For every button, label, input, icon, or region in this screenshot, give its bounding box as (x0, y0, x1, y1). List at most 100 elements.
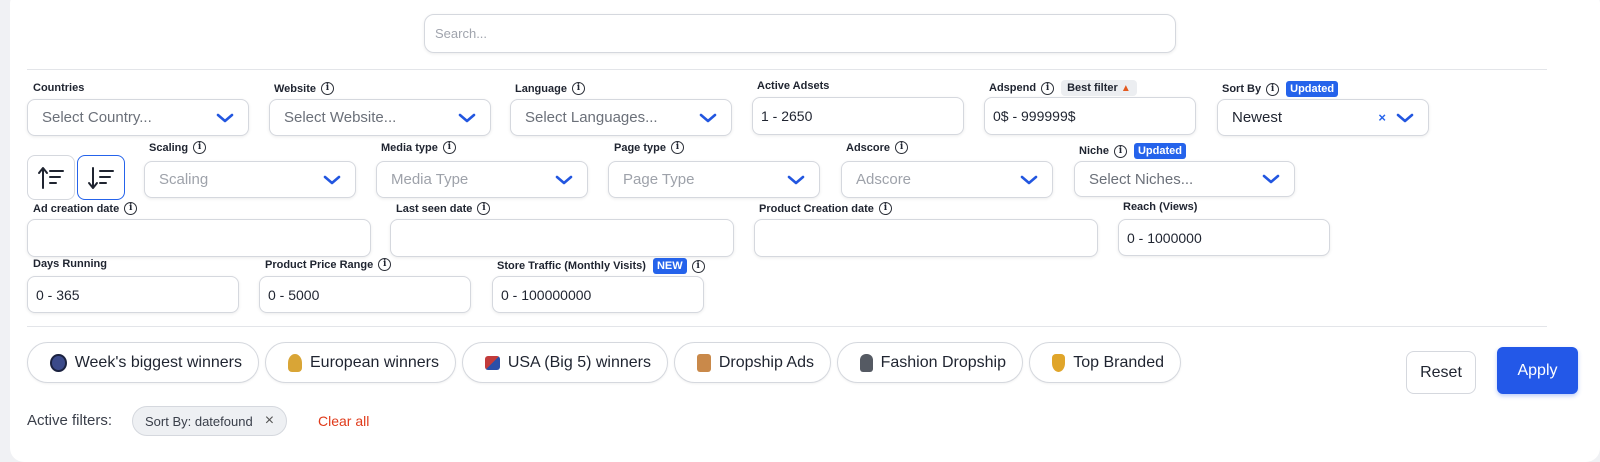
chevron-down-icon (555, 174, 573, 186)
last-seen-date-input[interactable] (390, 219, 734, 257)
scaling-label: Scaling i (149, 141, 207, 154)
ad-creation-date-input[interactable] (27, 219, 371, 257)
chevron-down-icon (1396, 112, 1414, 124)
website-placeholder: Select Website... (284, 109, 397, 126)
chevron-down-icon (787, 174, 805, 186)
product-creation-date-label: Product Creation date i (759, 202, 892, 215)
page-type-label: Page type i (614, 141, 684, 154)
chevron-down-icon (1262, 173, 1280, 185)
preset-dropship-ads[interactable]: Dropship Ads (674, 342, 831, 383)
countries-select[interactable]: Select Country... (27, 99, 249, 136)
scaling-select[interactable]: Scaling (144, 161, 356, 198)
adscore-select[interactable]: Adscore (841, 161, 1053, 198)
language-select[interactable]: Select Languages... (510, 99, 732, 136)
active-adsets-input[interactable]: 1 - 2650 (752, 97, 964, 135)
best-filter-badge: Best filter ▲ (1061, 80, 1137, 96)
niche-select[interactable]: Select Niches... (1074, 161, 1295, 197)
updated-badge: Updated (1286, 81, 1339, 97)
reset-button[interactable]: Reset (1406, 351, 1476, 394)
info-icon[interactable]: i (878, 202, 892, 215)
reach-input[interactable]: 0 - 1000000 (1118, 219, 1330, 256)
info-icon[interactable]: i (378, 258, 392, 271)
last-seen-date-label: Last seen date i (396, 202, 491, 215)
clear-all-link[interactable]: Clear all (318, 413, 369, 429)
adspend-value: 0$ - 999999$ (993, 108, 1076, 124)
sort-descending-button[interactable] (77, 155, 125, 200)
info-icon[interactable]: i (320, 82, 334, 95)
chevron-down-icon (699, 112, 717, 124)
coat-icon (860, 353, 873, 372)
new-badge: NEW (652, 258, 687, 274)
product-price-range-label: Product Price Range i (265, 258, 392, 271)
language-placeholder: Select Languages... (525, 109, 658, 126)
active-filter-label: Sort By: datefound (145, 413, 253, 429)
sort-by-label: Sort By i Updated (1222, 81, 1339, 97)
page-type-select[interactable]: Page Type (608, 161, 820, 198)
product-creation-date-input[interactable] (754, 219, 1098, 257)
search-box[interactable] (424, 14, 1176, 53)
trophy-icon (1052, 353, 1066, 372)
info-icon[interactable]: i (691, 259, 705, 273)
niche-placeholder: Select Niches... (1089, 170, 1194, 188)
adspend-input[interactable]: 0$ - 999999$ (984, 97, 1196, 135)
store-traffic-label: Store Traffic (Monthly Visits) NEW i (497, 258, 705, 274)
bottom-divider (27, 326, 1547, 327)
info-icon[interactable]: i (442, 141, 456, 154)
reach-value: 0 - 1000000 (1127, 229, 1202, 246)
info-icon[interactable]: i (1041, 81, 1055, 95)
fire-icon: ▲ (1120, 83, 1131, 94)
sort-by-value: Newest (1232, 109, 1283, 126)
days-running-label: Days Running (33, 258, 107, 270)
info-icon[interactable]: i (1113, 144, 1127, 158)
scaling-placeholder: Scaling (159, 171, 209, 188)
chevron-down-icon (216, 112, 234, 124)
active-filter-pill: Sort By: datefound × (132, 406, 288, 436)
info-icon[interactable]: i (193, 141, 207, 154)
reach-label: Reach (Views) (1123, 201, 1198, 213)
chevron-down-icon (1020, 174, 1038, 186)
apply-button[interactable]: Apply (1497, 347, 1578, 394)
countries-label: Countries (33, 82, 85, 94)
days-running-input[interactable]: 0 - 365 (27, 276, 239, 313)
updated-badge: Updated (1133, 143, 1186, 159)
remove-filter-icon[interactable]: × (265, 412, 274, 430)
europe-medal-icon (288, 353, 302, 372)
preset-fashion-dropship[interactable]: Fashion Dropship (837, 342, 1023, 383)
search-input[interactable] (425, 15, 1175, 52)
days-running-value: 0 - 365 (36, 286, 80, 303)
info-icon[interactable]: i (1266, 82, 1280, 96)
info-icon[interactable]: i (670, 141, 684, 154)
preset-weeks-biggest-winners[interactable]: Week's biggest winners (27, 342, 259, 383)
language-label: Language i (515, 82, 585, 95)
active-adsets-label: Active Adsets (757, 80, 830, 92)
info-icon[interactable]: i (124, 202, 138, 215)
clear-selection-icon[interactable]: × (1378, 110, 1386, 125)
preset-european-winners[interactable]: European winners (265, 342, 456, 383)
info-icon[interactable]: i (477, 202, 491, 215)
store-traffic-input[interactable]: 0 - 100000000 (492, 276, 704, 313)
adspend-label: Adspend i Best filter ▲ (989, 80, 1137, 96)
top-divider (27, 69, 1547, 70)
info-icon[interactable]: i (895, 141, 909, 154)
chevron-down-icon (323, 174, 341, 186)
sort-descending-icon (88, 166, 114, 189)
countries-placeholder: Select Country... (42, 109, 152, 126)
sort-ascending-icon (38, 166, 64, 189)
product-price-range-value: 0 - 5000 (268, 286, 320, 303)
product-price-range-input[interactable]: 0 - 5000 (259, 276, 471, 313)
active-filters-label: Active filters: (27, 412, 113, 429)
media-type-label: Media type i (381, 141, 456, 154)
sort-ascending-button[interactable] (27, 155, 75, 200)
preset-top-branded[interactable]: Top Branded (1029, 342, 1181, 383)
website-select[interactable]: Select Website... (269, 99, 491, 136)
preset-usa-big5-winners[interactable]: USA (Big 5) winners (462, 342, 668, 383)
package-icon (697, 353, 711, 372)
info-icon[interactable]: i (571, 82, 585, 95)
ad-creation-date-label: Ad creation date i (33, 202, 138, 215)
media-type-select[interactable]: Media Type (376, 161, 588, 198)
store-traffic-value: 0 - 100000000 (501, 286, 592, 303)
adscore-label: Adscore i (846, 141, 909, 154)
sort-by-select[interactable]: Newest × (1217, 99, 1429, 136)
website-label: Website i (274, 82, 334, 95)
media-type-placeholder: Media Type (391, 171, 469, 188)
